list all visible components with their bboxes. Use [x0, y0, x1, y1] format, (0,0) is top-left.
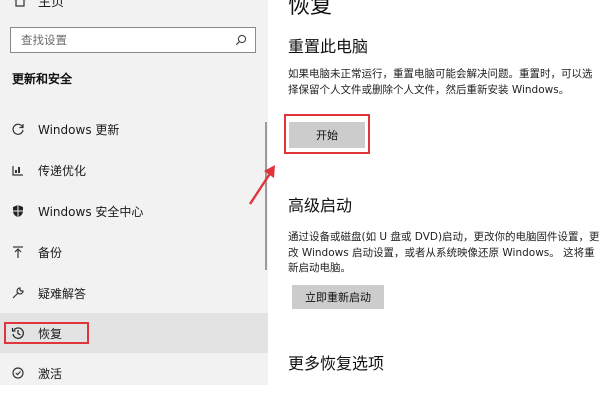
home-icon [12, 0, 28, 8]
sidebar-item-windows-update[interactable]: Windows 更新 [0, 109, 268, 149]
search-box[interactable] [10, 27, 256, 53]
search-input[interactable] [21, 33, 221, 47]
main-content: 恢复 重置此电脑 如果电脑未正常运行，重置电脑可能会解决问题。重置时，可以选择保… [268, 0, 601, 385]
advanced-startup-heading: 高级启动 [288, 196, 353, 215]
nav-home[interactable]: 主页 [12, 0, 64, 10]
nav-home-label: 主页 [38, 0, 65, 10]
section-title: 更新和安全 [12, 72, 73, 86]
sidebar-item-backup[interactable]: 备份 [0, 232, 268, 272]
more-recovery-options-heading: 更多恢复选项 [288, 354, 385, 373]
sidebar-item-security-center[interactable]: Windows 安全中心 [0, 191, 268, 231]
sidebar-item-delivery-optimization[interactable]: 传递优化 [0, 150, 268, 190]
sidebar-item-label: 激活 [38, 366, 63, 381]
restart-now-button[interactable]: 立即重新启动 [292, 285, 384, 309]
sidebar-item-label: 备份 [38, 245, 63, 260]
wrench-icon [10, 285, 26, 301]
shield-icon [10, 203, 26, 219]
annotation-arrow-icon [248, 165, 275, 205]
page-title: 恢复 [288, 0, 333, 19]
refresh-icon [10, 121, 26, 137]
reset-heading: 重置此电脑 [288, 37, 369, 56]
sidebar-item-troubleshoot[interactable]: 疑难解答 [0, 273, 268, 313]
sidebar-item-activation[interactable]: 激活 [0, 353, 268, 393]
reset-description: 如果电脑未正常运行，重置电脑可能会解决问题。重置时，可以选择保留个人文件或删除个… [288, 68, 593, 96]
sidebar-item-label: 疑难解答 [38, 286, 87, 301]
upload-arrow-icon [10, 244, 26, 260]
settings-sidebar: 主页 更新和安全 Windows 更新 传递优化 Windows 安全中心 备份 [0, 0, 268, 385]
start-reset-button[interactable]: 开始 [289, 122, 365, 148]
sidebar-item-label: Windows 更新 [38, 122, 120, 137]
recovery-highlight-box [4, 322, 89, 344]
advanced-startup-description: 通过设备或磁盘(如 U 盘或 DVD)启动，更改你的电脑固件设置，更改 Wind… [288, 231, 600, 274]
delivery-optimization-icon [10, 162, 26, 178]
activation-icon [10, 365, 26, 381]
sidebar-item-label: 传递优化 [38, 163, 87, 178]
search-icon[interactable] [235, 31, 247, 50]
sidebar-item-label: Windows 安全中心 [38, 204, 144, 219]
